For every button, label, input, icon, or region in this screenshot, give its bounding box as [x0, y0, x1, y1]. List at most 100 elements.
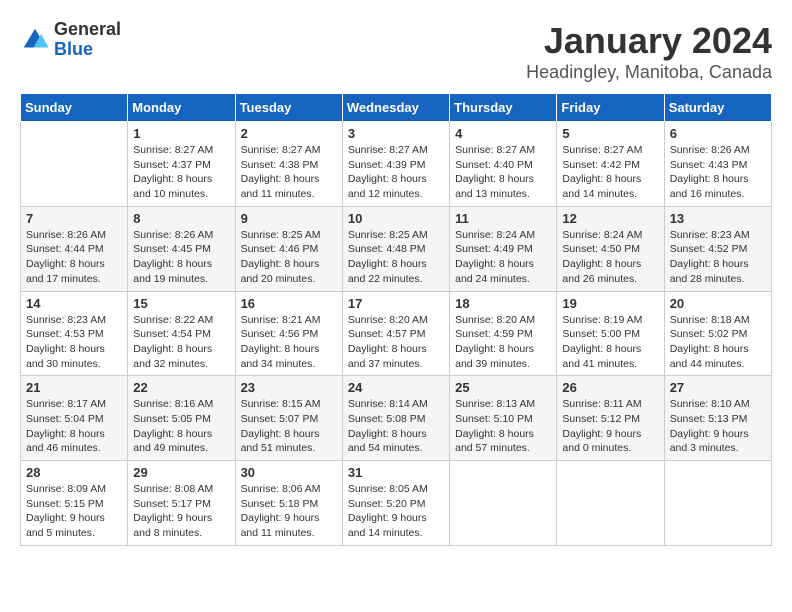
- main-title: January 2024: [526, 20, 772, 62]
- day-info: Sunrise: 8:24 AM Sunset: 4:49 PM Dayligh…: [455, 228, 551, 287]
- calendar-cell: 19Sunrise: 8:19 AM Sunset: 5:00 PM Dayli…: [557, 291, 664, 376]
- day-info: Sunrise: 8:20 AM Sunset: 4:59 PM Dayligh…: [455, 313, 551, 372]
- calendar-body: 1 Sunrise: 8:27 AM Sunset: 4:37 PM Daylig…: [21, 122, 772, 546]
- calendar-cell: 9 Sunrise: 8:25 AM Sunset: 4:46 PM Daylig…: [235, 206, 342, 291]
- calendar-cell: 31Sunrise: 8:05 AM Sunset: 5:20 PM Dayli…: [342, 461, 449, 546]
- calendar-header: SundayMondayTuesdayWednesdayThursdayFrid…: [21, 94, 772, 122]
- day-info: Sunrise: 8:27 AM Sunset: 4:37 PM Dayligh…: [133, 143, 229, 202]
- calendar-cell: 14 Sunrise: 8:23 AM Sunset: 4:53 PM Dayli…: [21, 291, 128, 376]
- calendar-cell: 21 Sunrise: 8:17 AM Sunset: 5:04 PM Dayli…: [21, 376, 128, 461]
- day-number: 10: [348, 211, 444, 226]
- header-day-thursday: Thursday: [450, 94, 557, 122]
- header-day-sunday: Sunday: [21, 94, 128, 122]
- calendar-cell: 20 Sunrise: 8:18 AM Sunset: 5:02 PM Dayli…: [664, 291, 771, 376]
- header-day-monday: Monday: [128, 94, 235, 122]
- day-info: Sunrise: 8:21 AM Sunset: 4:56 PM Dayligh…: [241, 313, 337, 372]
- calendar-cell: 12 Sunrise: 8:24 AM Sunset: 4:50 PM Dayli…: [557, 206, 664, 291]
- day-info: Sunrise: 8:23 AM Sunset: 4:52 PM Dayligh…: [670, 228, 766, 287]
- calendar-cell: 28 Sunrise: 8:09 AM Sunset: 5:15 PM Dayli…: [21, 461, 128, 546]
- calendar-cell: 27Sunrise: 8:10 AM Sunset: 5:13 PM Dayli…: [664, 376, 771, 461]
- page-header: General Blue January 2024 Headingley, Ma…: [20, 20, 772, 83]
- day-number: 21: [26, 380, 122, 395]
- day-info: Sunrise: 8:27 AM Sunset: 4:38 PM Dayligh…: [241, 143, 337, 202]
- day-number: 25: [455, 380, 551, 395]
- day-info: Sunrise: 8:27 AM Sunset: 4:40 PM Dayligh…: [455, 143, 551, 202]
- calendar-cell: 6Sunrise: 8:26 AM Sunset: 4:43 PM Daylig…: [664, 122, 771, 207]
- day-number: 26: [562, 380, 658, 395]
- day-number: 9: [241, 211, 337, 226]
- day-info: Sunrise: 8:10 AM Sunset: 5:13 PM Dayligh…: [670, 397, 766, 456]
- calendar-cell: 13Sunrise: 8:23 AM Sunset: 4:52 PM Dayli…: [664, 206, 771, 291]
- day-info: Sunrise: 8:05 AM Sunset: 5:20 PM Dayligh…: [348, 482, 444, 541]
- calendar-cell: 2 Sunrise: 8:27 AM Sunset: 4:38 PM Daylig…: [235, 122, 342, 207]
- day-info: Sunrise: 8:13 AM Sunset: 5:10 PM Dayligh…: [455, 397, 551, 456]
- day-number: 3: [348, 126, 444, 141]
- week-row-4: 28 Sunrise: 8:09 AM Sunset: 5:15 PM Dayli…: [21, 461, 772, 546]
- week-row-3: 21 Sunrise: 8:17 AM Sunset: 5:04 PM Dayli…: [21, 376, 772, 461]
- day-info: Sunrise: 8:26 AM Sunset: 4:45 PM Dayligh…: [133, 228, 229, 287]
- calendar-cell: 22 Sunrise: 8:16 AM Sunset: 5:05 PM Dayli…: [128, 376, 235, 461]
- calendar-cell: 8 Sunrise: 8:26 AM Sunset: 4:45 PM Daylig…: [128, 206, 235, 291]
- calendar-cell: [557, 461, 664, 546]
- calendar-cell: 11 Sunrise: 8:24 AM Sunset: 4:49 PM Dayli…: [450, 206, 557, 291]
- day-number: 7: [26, 211, 122, 226]
- day-number: 18: [455, 296, 551, 311]
- calendar-cell: 30 Sunrise: 8:06 AM Sunset: 5:18 PM Dayli…: [235, 461, 342, 546]
- day-number: 15: [133, 296, 229, 311]
- calendar-cell: 18 Sunrise: 8:20 AM Sunset: 4:59 PM Dayli…: [450, 291, 557, 376]
- week-row-1: 7Sunrise: 8:26 AM Sunset: 4:44 PM Daylig…: [21, 206, 772, 291]
- calendar-cell: 26Sunrise: 8:11 AM Sunset: 5:12 PM Dayli…: [557, 376, 664, 461]
- day-number: 30: [241, 465, 337, 480]
- day-number: 28: [26, 465, 122, 480]
- day-number: 11: [455, 211, 551, 226]
- calendar-cell: [21, 122, 128, 207]
- header-day-friday: Friday: [557, 94, 664, 122]
- calendar-cell: 15 Sunrise: 8:22 AM Sunset: 4:54 PM Dayli…: [128, 291, 235, 376]
- logo-text: General Blue: [54, 20, 121, 60]
- day-info: Sunrise: 8:15 AM Sunset: 5:07 PM Dayligh…: [241, 397, 337, 456]
- sub-title: Headingley, Manitoba, Canada: [526, 62, 772, 83]
- day-number: 6: [670, 126, 766, 141]
- day-number: 16: [241, 296, 337, 311]
- day-number: 2: [241, 126, 337, 141]
- calendar-cell: 10Sunrise: 8:25 AM Sunset: 4:48 PM Dayli…: [342, 206, 449, 291]
- day-info: Sunrise: 8:06 AM Sunset: 5:18 PM Dayligh…: [241, 482, 337, 541]
- day-info: Sunrise: 8:27 AM Sunset: 4:42 PM Dayligh…: [562, 143, 658, 202]
- header-day-wednesday: Wednesday: [342, 94, 449, 122]
- day-info: Sunrise: 8:18 AM Sunset: 5:02 PM Dayligh…: [670, 313, 766, 372]
- day-number: 24: [348, 380, 444, 395]
- day-number: 1: [133, 126, 229, 141]
- day-number: 22: [133, 380, 229, 395]
- calendar-cell: 5 Sunrise: 8:27 AM Sunset: 4:42 PM Daylig…: [557, 122, 664, 207]
- day-number: 5: [562, 126, 658, 141]
- day-info: Sunrise: 8:24 AM Sunset: 4:50 PM Dayligh…: [562, 228, 658, 287]
- logo-blue: Blue: [54, 40, 121, 60]
- calendar-cell: [664, 461, 771, 546]
- day-info: Sunrise: 8:17 AM Sunset: 5:04 PM Dayligh…: [26, 397, 122, 456]
- day-number: 17: [348, 296, 444, 311]
- calendar-cell: 29 Sunrise: 8:08 AM Sunset: 5:17 PM Dayli…: [128, 461, 235, 546]
- day-number: 4: [455, 126, 551, 141]
- day-number: 14: [26, 296, 122, 311]
- day-info: Sunrise: 8:22 AM Sunset: 4:54 PM Dayligh…: [133, 313, 229, 372]
- day-info: Sunrise: 8:16 AM Sunset: 5:05 PM Dayligh…: [133, 397, 229, 456]
- calendar-cell: 24 Sunrise: 8:14 AM Sunset: 5:08 PM Dayli…: [342, 376, 449, 461]
- day-info: Sunrise: 8:14 AM Sunset: 5:08 PM Dayligh…: [348, 397, 444, 456]
- day-info: Sunrise: 8:09 AM Sunset: 5:15 PM Dayligh…: [26, 482, 122, 541]
- day-info: Sunrise: 8:08 AM Sunset: 5:17 PM Dayligh…: [133, 482, 229, 541]
- calendar-cell: 25 Sunrise: 8:13 AM Sunset: 5:10 PM Dayli…: [450, 376, 557, 461]
- calendar-cell: 3Sunrise: 8:27 AM Sunset: 4:39 PM Daylig…: [342, 122, 449, 207]
- day-number: 29: [133, 465, 229, 480]
- day-number: 8: [133, 211, 229, 226]
- calendar-cell: 1 Sunrise: 8:27 AM Sunset: 4:37 PM Daylig…: [128, 122, 235, 207]
- calendar-cell: 23Sunrise: 8:15 AM Sunset: 5:07 PM Dayli…: [235, 376, 342, 461]
- calendar-table: SundayMondayTuesdayWednesdayThursdayFrid…: [20, 93, 772, 546]
- week-row-2: 14 Sunrise: 8:23 AM Sunset: 4:53 PM Dayli…: [21, 291, 772, 376]
- header-day-saturday: Saturday: [664, 94, 771, 122]
- week-row-0: 1 Sunrise: 8:27 AM Sunset: 4:37 PM Daylig…: [21, 122, 772, 207]
- day-info: Sunrise: 8:23 AM Sunset: 4:53 PM Dayligh…: [26, 313, 122, 372]
- day-number: 20: [670, 296, 766, 311]
- logo-general: General: [54, 20, 121, 40]
- day-info: Sunrise: 8:25 AM Sunset: 4:46 PM Dayligh…: [241, 228, 337, 287]
- day-number: 12: [562, 211, 658, 226]
